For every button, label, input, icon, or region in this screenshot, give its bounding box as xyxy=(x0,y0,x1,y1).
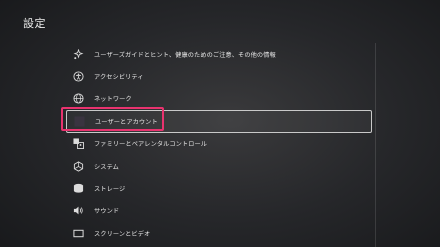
menu-item-users-accounts[interactable]: ユーザーとアカウント xyxy=(66,110,372,133)
speaker-icon xyxy=(73,205,84,216)
menu-item-label: ユーザーズガイドとヒント、健康のためのご注意、その他の情報 xyxy=(94,51,276,59)
menu-item-label: ストレージ xyxy=(94,186,126,194)
menu-item-label: ネットワーク xyxy=(94,96,132,104)
menu-item-system[interactable]: システム xyxy=(66,155,372,177)
menu-item-label: システム xyxy=(94,163,119,171)
menu-item-label: ユーザーとアカウント xyxy=(95,118,158,126)
help-sparkle-icon xyxy=(73,48,84,60)
storage-icon xyxy=(73,183,84,194)
menu-item-accessibility[interactable]: アクセシビリティ xyxy=(66,65,372,87)
screen-icon xyxy=(73,228,84,239)
menu-item-label: スクリーンとビデオ xyxy=(94,230,151,238)
family-icon xyxy=(73,138,84,150)
user-account-icon xyxy=(74,116,85,127)
menu-item-label: サウンド xyxy=(94,208,120,216)
menu-item-screen-video[interactable]: スクリーンとビデオ xyxy=(66,222,372,244)
menu-item-network[interactable]: ネットワーク xyxy=(66,88,372,110)
scrollbar[interactable] xyxy=(375,43,376,247)
menu-item-user-guide[interactable]: ユーザーズガイドとヒント、健康のためのご注意、その他の情報 xyxy=(66,43,372,65)
settings-menu: ユーザーズガイドとヒント、健康のためのご注意、その他の情報 アクセシビリティ ネ… xyxy=(66,43,372,245)
menu-item-storage[interactable]: ストレージ xyxy=(66,177,372,199)
globe-icon xyxy=(73,93,84,105)
accessibility-icon xyxy=(73,71,84,82)
menu-item-label: ファミリーとペアレンタルコントロール xyxy=(94,141,208,149)
menu-item-label: アクセシビリティ xyxy=(94,74,144,82)
menu-item-sound[interactable]: サウンド xyxy=(66,200,372,222)
system-icon xyxy=(73,161,84,172)
menu-item-family-parental[interactable]: ファミリーとペアレンタルコントロール xyxy=(66,133,372,155)
page-title: 設定 xyxy=(23,17,46,30)
